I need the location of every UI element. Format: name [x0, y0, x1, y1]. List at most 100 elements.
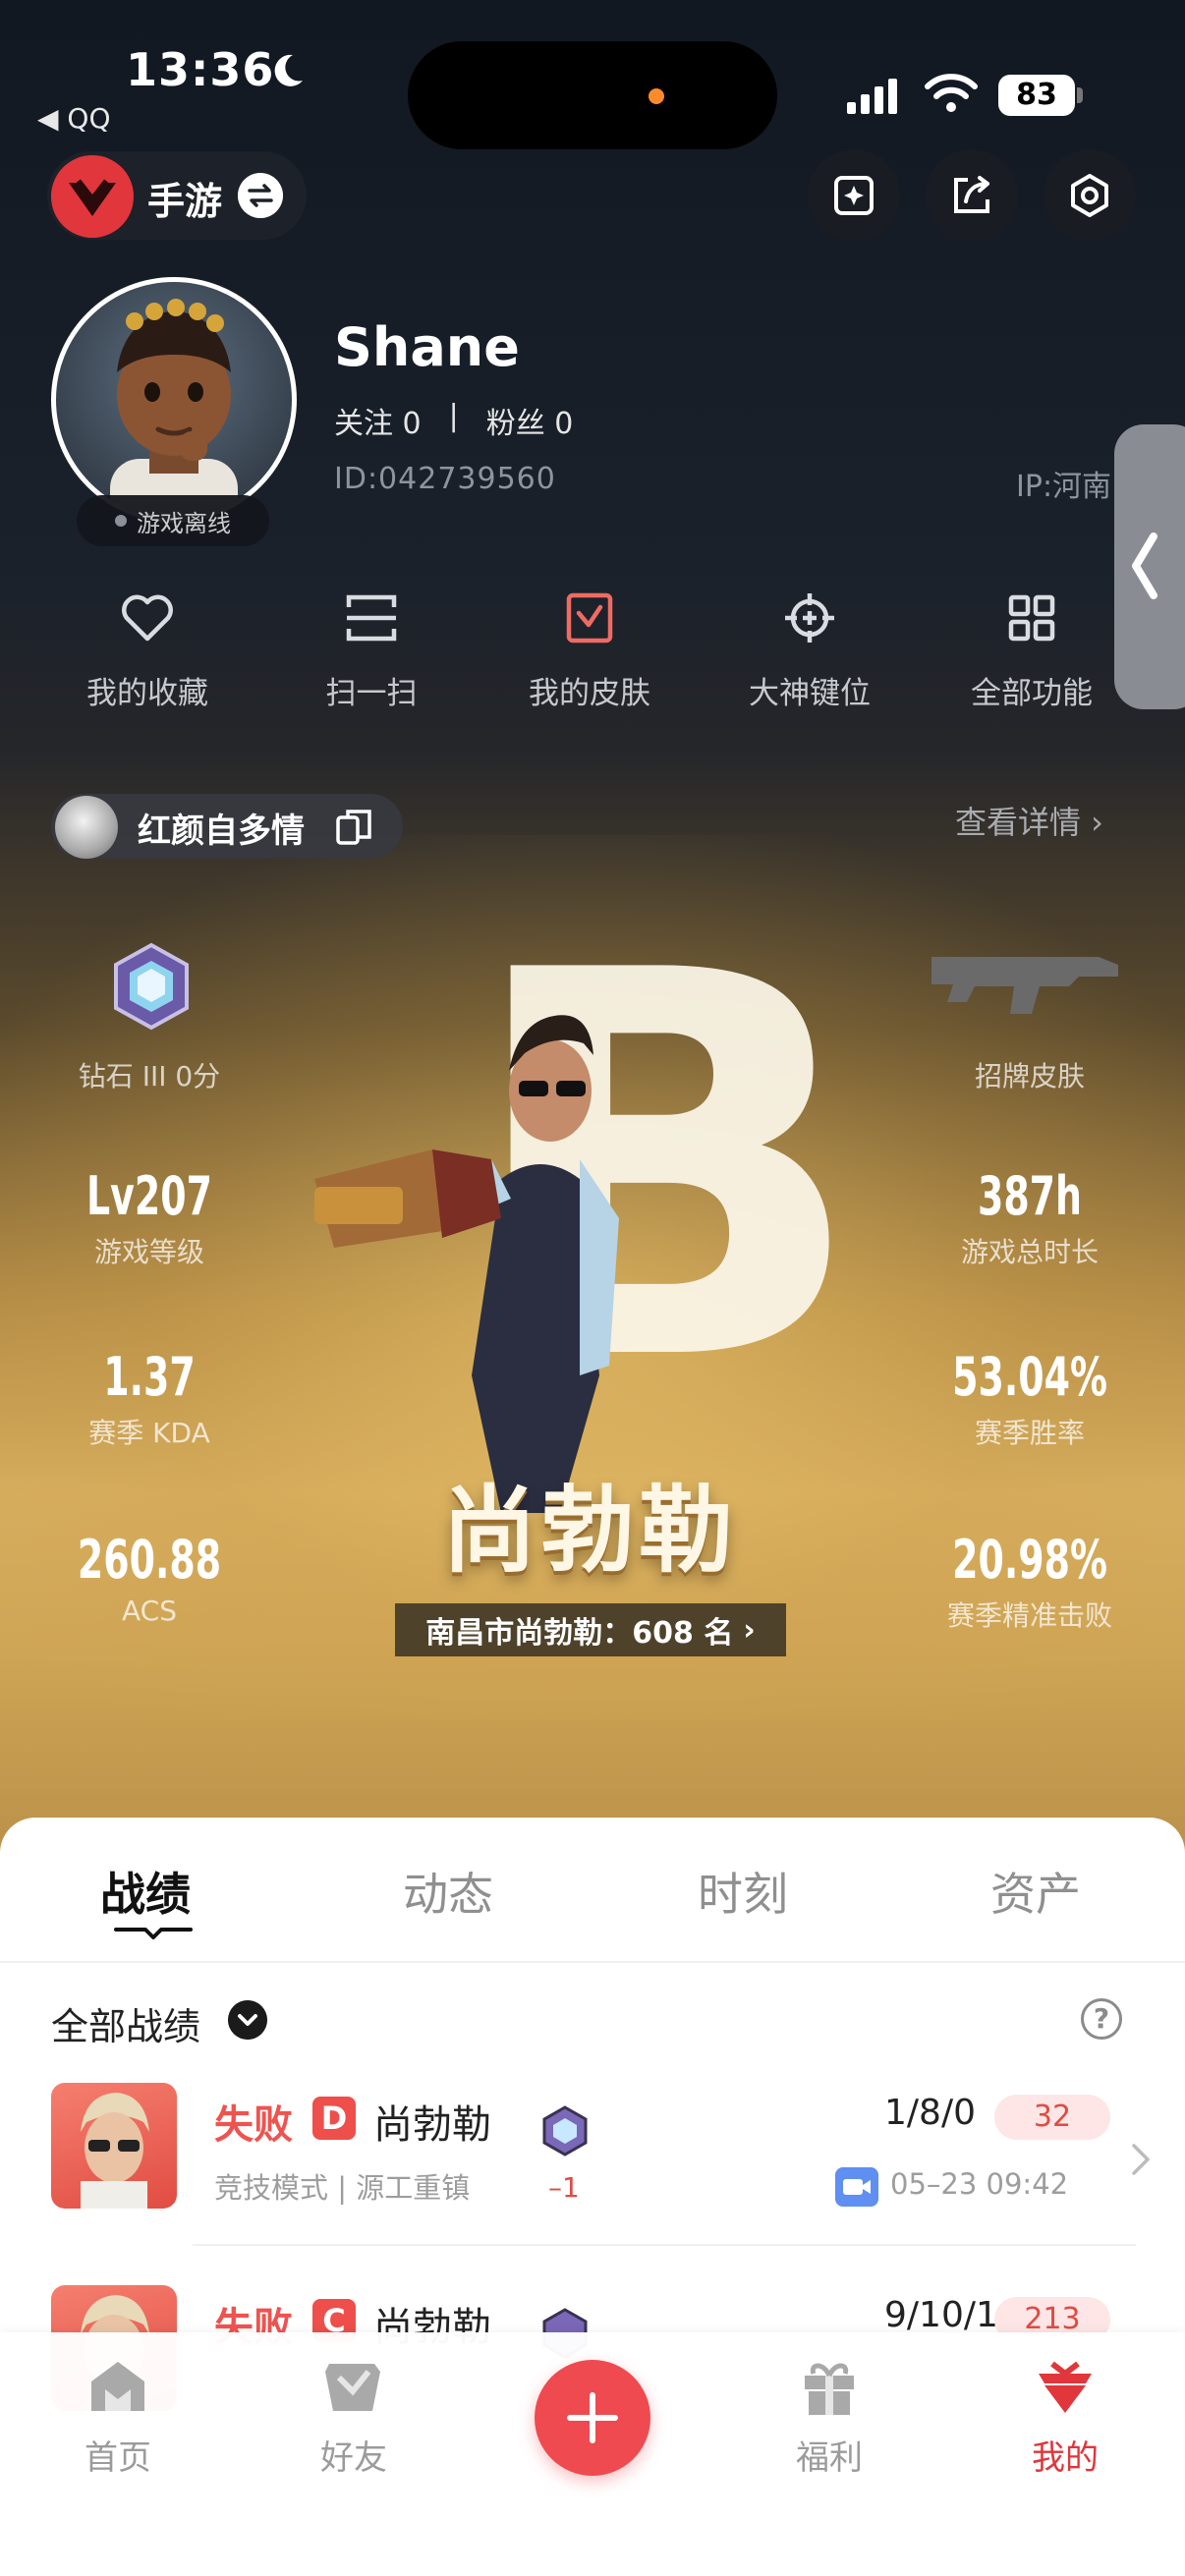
stat-acs-label: ACS: [122, 1595, 177, 1627]
match-mode: 竞技模式 | 源工重镇: [214, 2171, 471, 2205]
gift-icon: [805, 2363, 854, 2415]
dynamic-island: [408, 41, 777, 149]
signal-icon: [847, 79, 897, 114]
home-icon: [91, 2362, 144, 2411]
settings-button[interactable]: [1044, 149, 1136, 242]
nav-friends[interactable]: 好友: [275, 2356, 432, 2479]
stat-acs-value: 260.88: [77, 1529, 222, 1591]
tab-divider: [0, 1961, 1185, 1963]
match-grade-badge: D: [312, 2097, 356, 2140]
stat-level: Lv207 游戏等级: [31, 1165, 267, 1270]
stat-acs: 260.88 ACS: [31, 1529, 267, 1627]
stat-headshot-value: 20.98%: [952, 1529, 1107, 1591]
hero-regional-rank[interactable]: 南昌市尚勃勒：608 名 ›: [395, 1603, 786, 1656]
crosshair-icon: [785, 593, 834, 643]
edit-card-button[interactable]: [808, 149, 900, 242]
stat-rank-label: 钻石 III 0分: [78, 1060, 221, 1092]
skin-icon: [566, 592, 613, 644]
match-agent-avatar: [51, 2083, 177, 2209]
help-icon[interactable]: ?: [1081, 1998, 1122, 2040]
user-id: ID:042739560: [334, 462, 556, 496]
stat-headshot-label: 赛季精准击败: [946, 1599, 1112, 1632]
nav-label: 我的: [1032, 2438, 1099, 2478]
chevron-left-icon: [1132, 532, 1157, 599]
grid-icon: [1008, 594, 1055, 642]
chevron-right-icon: [1132, 2144, 1150, 2175]
quick-action-keymap[interactable]: 大神键位: [721, 589, 898, 712]
stat-hours-value: 387h: [977, 1165, 1083, 1227]
copy-icon[interactable]: [334, 808, 373, 847]
stat-hours: 387h 游戏总时长: [912, 1165, 1148, 1270]
chevron-right-icon: ›: [743, 1612, 756, 1648]
weapon-skin-icon: [931, 957, 1118, 1014]
avatar[interactable]: [51, 277, 297, 523]
match-agent-name: 尚勃勒: [373, 2102, 491, 2148]
stat-kda-value: 1.37: [103, 1346, 196, 1408]
nav-label: 福利: [796, 2438, 863, 2478]
match-rank-delta: –1: [548, 2171, 580, 2204]
nav-home[interactable]: 首页: [39, 2356, 197, 2479]
nav-label: 好友: [320, 2438, 387, 2478]
row-separator: [193, 2244, 1136, 2246]
online-status-badge: 游戏离线: [77, 495, 269, 546]
tab-records[interactable]: 战绩: [100, 1859, 191, 1924]
follow-stats: 关注 0 | 粉丝 0: [334, 399, 573, 442]
scan-icon: [346, 594, 397, 642]
view-details-link[interactable]: 查看详情 ›: [955, 798, 1103, 843]
profile-page: 13:36 ◀ QQ 83 手游 游戏离线 Shane 关注 0 | 粉丝 0 …: [0, 0, 1185, 2576]
side-drawer-handle[interactable]: [1114, 424, 1185, 709]
video-replay-icon[interactable]: [835, 2167, 878, 2207]
quick-action-all[interactable]: 全部功能: [943, 589, 1120, 712]
quick-action-label: 我的收藏: [86, 676, 208, 711]
user-ip: IP:河南: [1016, 470, 1112, 504]
plus-icon: [567, 2392, 618, 2443]
stat-level-label: 游戏等级: [93, 1236, 204, 1268]
nav-me[interactable]: 我的: [987, 2356, 1144, 2479]
stat-hours-label: 游戏总时长: [960, 1236, 1099, 1268]
battery-indicator: 83: [998, 75, 1075, 116]
stat-winrate-label: 赛季胜率: [974, 1417, 1085, 1449]
match-score-badge: 32: [994, 2095, 1110, 2140]
match-result: 失败: [214, 2102, 293, 2148]
back-to-app-link[interactable]: ◀ QQ: [37, 102, 111, 135]
stat-headshot: 20.98% 赛季精准击败: [912, 1529, 1148, 1634]
avatar-character-icon: [110, 299, 238, 518]
hero-name: 尚勃勒: [442, 1476, 737, 1586]
stat-skin-label: 招牌皮肤: [974, 1060, 1085, 1092]
tab-moments[interactable]: 时刻: [698, 1859, 788, 1924]
heart-icon: [122, 594, 173, 642]
diamond-rank-icon: [114, 942, 189, 1031]
edit-card-icon: [834, 176, 874, 215]
stat-winrate-value: 53.04%: [952, 1346, 1107, 1408]
gear-icon: [1071, 174, 1108, 217]
follow-separator: |: [448, 399, 459, 433]
card-account-name: 红颜自多情: [138, 812, 305, 851]
share-button[interactable]: [926, 149, 1018, 242]
match-kda: 1/8/0: [884, 2093, 976, 2133]
stat-rank: 钻石 III 0分: [31, 1051, 267, 1094]
status-dot: [115, 515, 127, 527]
quick-action-scan[interactable]: 扫一扫: [283, 589, 460, 712]
tab-assets[interactable]: 资产: [990, 1859, 1081, 1924]
hero-character-art: [314, 1015, 619, 1513]
records-filter[interactable]: 全部战绩: [51, 1996, 200, 2050]
quick-action-skins[interactable]: 我的皮肤: [501, 589, 678, 712]
following-count[interactable]: 关注 0: [334, 399, 422, 442]
match-row[interactable]: 失败 D 尚勃勒 竞技模式 | 源工重镇 –1 1/8/0 32 05–23 0…: [0, 2083, 1185, 2279]
nav-rewards[interactable]: 福利: [751, 2356, 908, 2479]
quick-action-favorites[interactable]: 我的收藏: [59, 589, 236, 712]
quick-action-label: 大神键位: [749, 676, 871, 711]
wifi-icon: [925, 74, 978, 112]
fans-count[interactable]: 粉丝 0: [486, 399, 574, 442]
nav-label: 首页: [85, 2438, 151, 2478]
tab-feed[interactable]: 动态: [403, 1859, 493, 1924]
add-button[interactable]: [535, 2360, 650, 2476]
chevron-down-icon[interactable]: [228, 2000, 267, 2040]
moon-icon: [274, 54, 303, 86]
recording-indicator: [649, 88, 664, 104]
stat-signature-skin[interactable]: 招牌皮肤: [912, 1051, 1148, 1094]
card-avatar: [55, 796, 118, 859]
game-label: 手游: [147, 180, 223, 223]
battery-cap: [1077, 87, 1083, 103]
quick-action-label: 全部功能: [971, 676, 1093, 711]
